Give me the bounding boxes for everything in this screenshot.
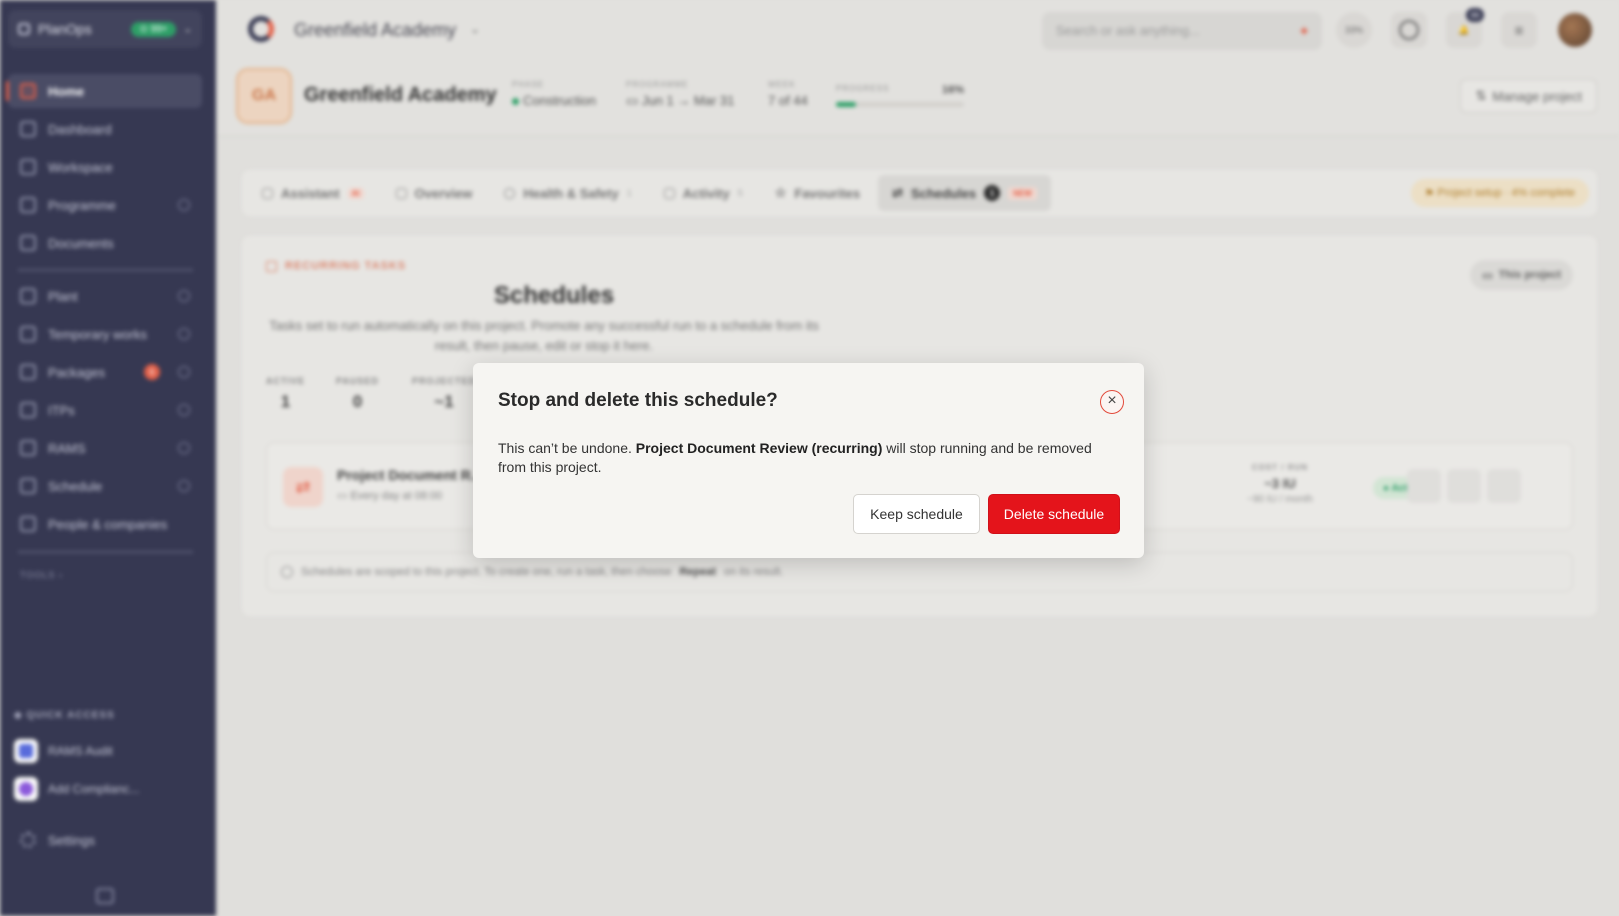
delete-schedule-button[interactable]: Delete schedule: [988, 494, 1120, 534]
dialog-schedule-name: Project Document Review (recurring): [635, 440, 883, 456]
confirm-delete-dialog: Stop and delete this schedule? × This ca…: [473, 363, 1144, 558]
keep-schedule-button[interactable]: Keep schedule: [853, 494, 980, 534]
dialog-message: This can’t be undone. Project Document R…: [498, 439, 1118, 477]
dialog-message-prefix: This can’t be undone.: [498, 440, 636, 456]
close-icon[interactable]: ×: [1100, 390, 1124, 414]
dialog-title: Stop and delete this schedule?: [498, 390, 778, 411]
